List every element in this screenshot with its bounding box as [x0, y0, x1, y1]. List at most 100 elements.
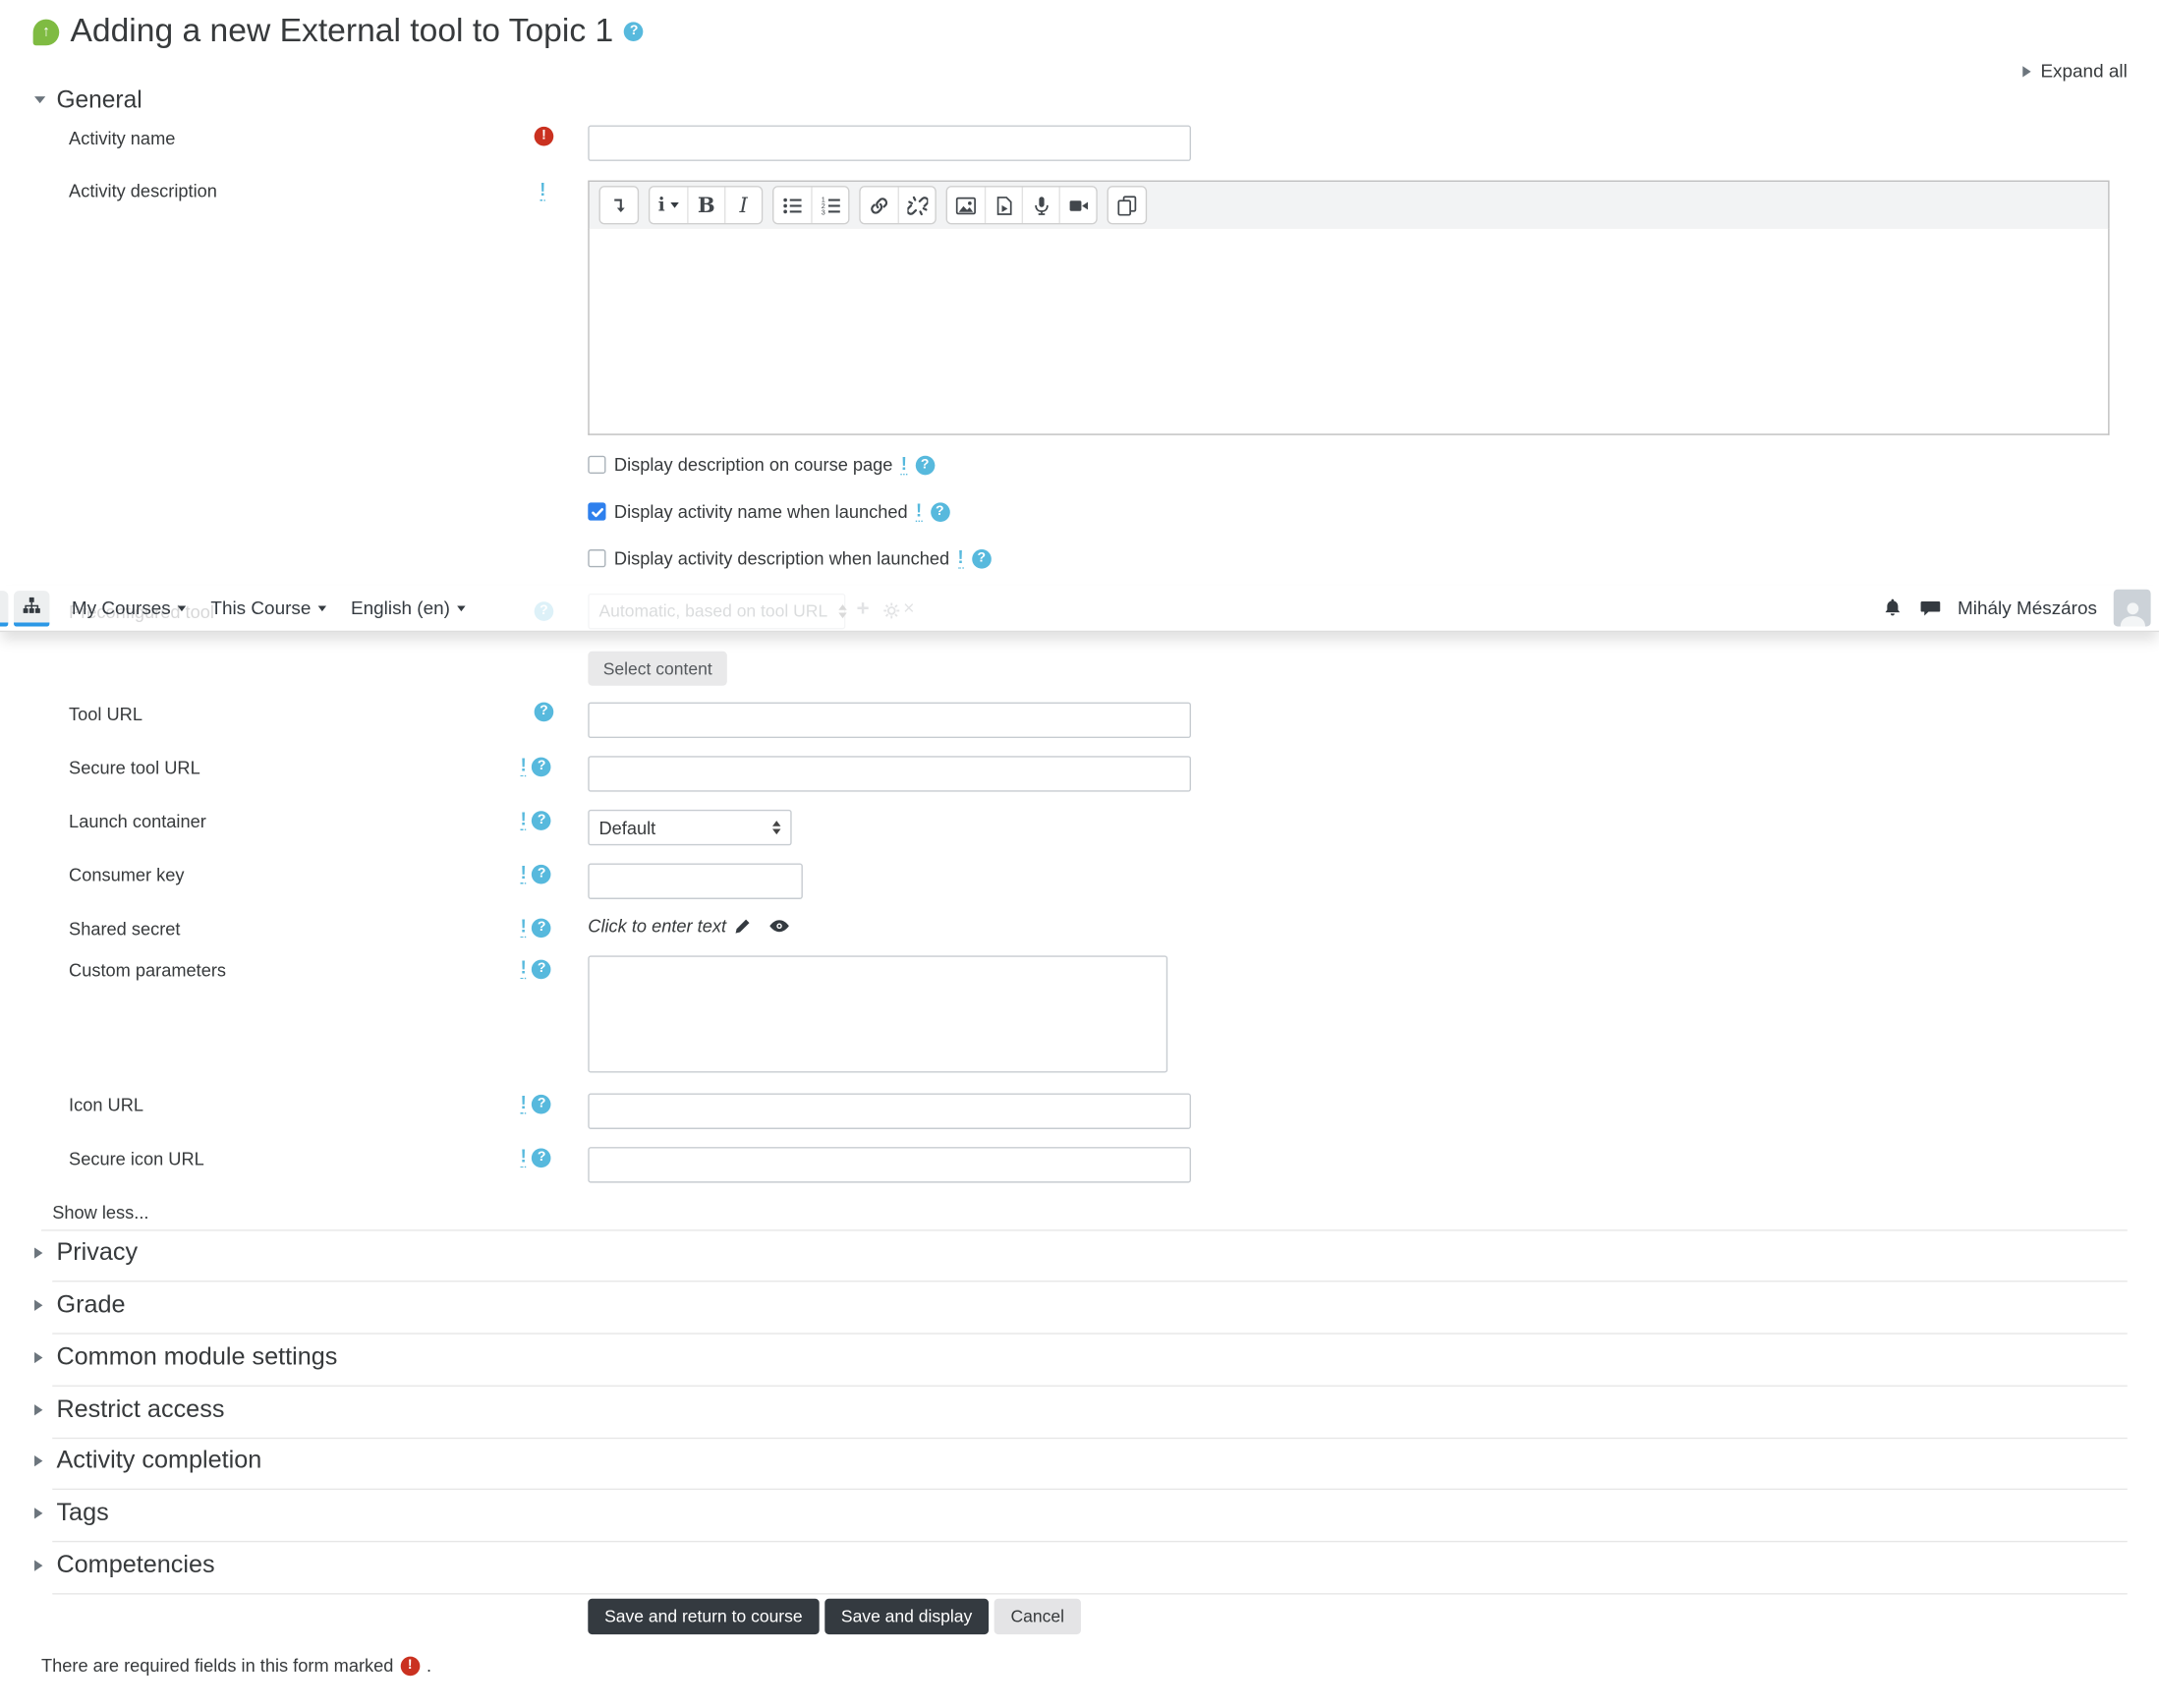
- nav-language[interactable]: English (en): [351, 598, 466, 618]
- section-tags-toggle[interactable]: Tags: [34, 1498, 109, 1526]
- icon-url-input[interactable]: [588, 1093, 1191, 1129]
- chevron-right-icon: [34, 1298, 43, 1311]
- activity-name-input[interactable]: [588, 125, 1191, 161]
- section-heading: Tags: [56, 1498, 109, 1526]
- advanced-exclamation-icon: !: [900, 452, 907, 476]
- tool-url-input[interactable]: [588, 702, 1191, 739]
- section-heading: Activity completion: [56, 1446, 262, 1474]
- section-heading: Competencies: [56, 1550, 215, 1578]
- record-video-icon[interactable]: [1058, 187, 1097, 223]
- notifications-bell-icon[interactable]: [1882, 598, 1903, 618]
- save-and-return-button[interactable]: Save and return to course: [588, 1598, 820, 1635]
- section-general-heading: General: [56, 85, 142, 113]
- display-activity-description-checkbox[interactable]: [588, 549, 606, 568]
- nav-sitemap-tab[interactable]: [14, 590, 50, 626]
- media-icon[interactable]: [984, 187, 1022, 223]
- chevron-right-icon: [34, 1454, 43, 1466]
- eye-icon[interactable]: [768, 917, 790, 935]
- chevron-down-icon: [456, 604, 466, 611]
- help-icon[interactable]: ?: [930, 501, 950, 522]
- help-icon[interactable]: ?: [532, 958, 551, 979]
- display-activity-name-checkbox[interactable]: [588, 502, 606, 521]
- divider: [52, 1333, 2128, 1335]
- pencil-icon[interactable]: [734, 917, 752, 935]
- section-activity-completion-toggle[interactable]: Activity completion: [34, 1446, 261, 1474]
- display-description-checkbox[interactable]: [588, 455, 606, 474]
- nav-tab-partial[interactable]: [0, 590, 9, 626]
- record-audio-icon[interactable]: [1021, 187, 1059, 223]
- chevron-right-icon: [34, 1507, 43, 1518]
- section-privacy-toggle[interactable]: Privacy: [34, 1238, 138, 1267]
- chevron-right-icon: [34, 1246, 43, 1258]
- manage-files-icon[interactable]: [1108, 187, 1146, 223]
- unlink-icon[interactable]: [897, 187, 936, 223]
- editor-content-area[interactable]: [588, 228, 2110, 435]
- link-icon[interactable]: [860, 187, 898, 223]
- secure-icon-url-input[interactable]: [588, 1147, 1191, 1183]
- user-name[interactable]: Mihály Mészáros: [1958, 598, 2097, 618]
- navbar: My Courses This Course English (en) Mihá…: [0, 585, 2159, 633]
- consumer-key-input[interactable]: [588, 863, 803, 899]
- help-icon[interactable]: ?: [915, 455, 935, 475]
- custom-parameters-textarea[interactable]: [588, 955, 1168, 1073]
- help-icon[interactable]: ?: [532, 756, 551, 776]
- select-content-button[interactable]: Select content: [588, 651, 728, 686]
- help-icon[interactable]: ?: [972, 548, 992, 568]
- cancel-button[interactable]: Cancel: [994, 1598, 1081, 1635]
- shared-secret-label: Shared secret: [69, 918, 181, 939]
- chevron-right-icon: [34, 1559, 43, 1571]
- chevron-right-icon: [34, 1351, 43, 1363]
- unordered-list-icon[interactable]: [773, 187, 812, 223]
- checkbox-label: Display activity name when launched: [613, 501, 908, 523]
- section-competencies-toggle[interactable]: Competencies: [34, 1551, 215, 1579]
- required-fields-note: There are required fields in this form m…: [41, 1655, 394, 1677]
- activity-name-label: Activity name: [69, 128, 176, 149]
- collapse-toolbar-icon[interactable]: [599, 187, 638, 223]
- format-style-icon[interactable]: i: [650, 187, 688, 223]
- nav-my-courses[interactable]: My Courses: [72, 598, 187, 618]
- avatar[interactable]: [2113, 589, 2151, 627]
- launch-container-select[interactable]: Default: [588, 809, 792, 846]
- icon-url-label: Icon URL: [69, 1094, 144, 1115]
- advanced-exclamation-icon: !: [520, 956, 527, 980]
- help-icon[interactable]: ?: [534, 702, 554, 722]
- section-grade-toggle[interactable]: Grade: [34, 1290, 126, 1319]
- section-restrict-access-toggle[interactable]: Restrict access: [34, 1395, 224, 1423]
- checkbox-label: Display activity description when launch…: [613, 547, 950, 569]
- advanced-exclamation-icon: !: [520, 915, 527, 939]
- help-icon[interactable]: ?: [532, 1147, 551, 1167]
- help-icon[interactable]: ?: [532, 1094, 551, 1113]
- divider: [41, 1229, 2128, 1231]
- ordered-list-icon[interactable]: 123: [811, 187, 849, 223]
- shared-secret-edit-text[interactable]: Click to enter text: [588, 916, 726, 937]
- help-icon[interactable]: ?: [532, 917, 551, 938]
- advanced-exclamation-icon: !: [916, 499, 923, 523]
- help-icon[interactable]: ?: [532, 810, 551, 830]
- advanced-exclamation-icon: !: [520, 1145, 527, 1168]
- messages-chat-icon[interactable]: [1919, 598, 1941, 618]
- section-heading: Privacy: [56, 1237, 139, 1266]
- show-less-link[interactable]: Show less...: [52, 1202, 148, 1223]
- check-icon: [591, 507, 603, 517]
- svg-text:3: 3: [821, 207, 824, 215]
- chevron-down-icon: [177, 604, 187, 611]
- secure-tool-url-input[interactable]: [588, 756, 1191, 792]
- activity-description-label: Activity description: [69, 180, 217, 201]
- help-icon[interactable]: ?: [624, 22, 645, 42]
- help-icon[interactable]: ?: [532, 864, 551, 883]
- divider: [52, 1593, 2128, 1595]
- expand-all-link[interactable]: Expand all: [2022, 61, 2128, 82]
- bold-icon[interactable]: B: [687, 187, 725, 223]
- sitemap-icon: [23, 597, 40, 613]
- custom-parameters-label: Custom parameters: [69, 959, 227, 981]
- nav-this-course[interactable]: This Course: [210, 598, 326, 618]
- section-general-toggle[interactable]: General: [34, 85, 142, 114]
- section-common-module-settings-toggle[interactable]: Common module settings: [34, 1342, 337, 1371]
- image-icon[interactable]: [946, 187, 985, 223]
- advanced-exclamation-icon: !: [520, 808, 527, 830]
- italic-icon[interactable]: I: [724, 187, 762, 223]
- external-tool-icon: ↑: [32, 18, 60, 45]
- checkbox-row-display-activity-description: Display activity description when launch…: [588, 547, 992, 569]
- save-and-display-button[interactable]: Save and display: [824, 1598, 990, 1635]
- required-icon: !: [400, 1655, 421, 1676]
